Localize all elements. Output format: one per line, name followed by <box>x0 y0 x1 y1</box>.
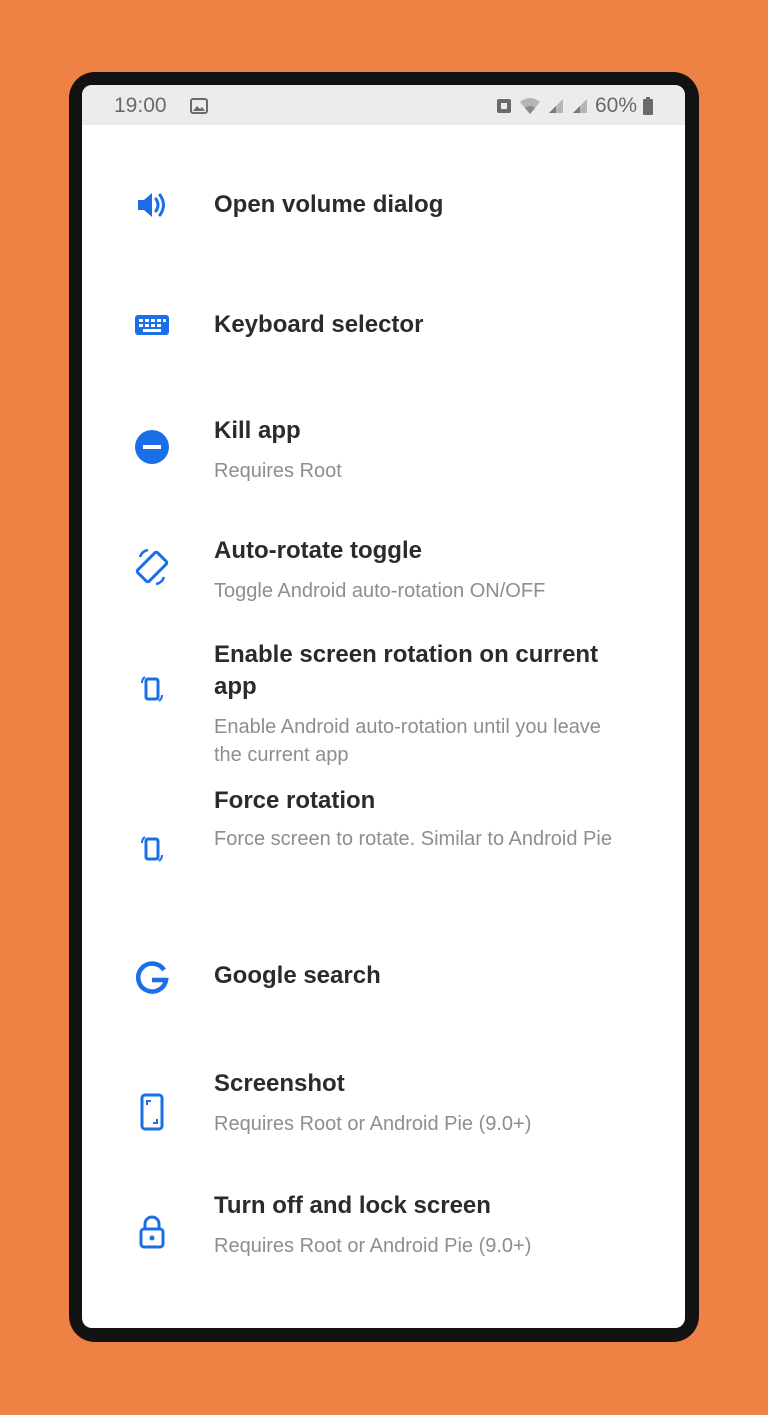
action-item-kill-app[interactable]: Kill app Requires Root <box>82 385 685 505</box>
wifi-icon <box>519 97 541 115</box>
action-title: Enable screen rotation on current app <box>214 641 599 700</box>
action-item-turn-off-lock-screen[interactable]: Turn off and lock screen Requires Root o… <box>82 1170 685 1290</box>
signal-icon <box>571 97 589 115</box>
action-item-keyboard-selector[interactable]: Keyboard selector <box>82 265 685 385</box>
action-subtitle: Force screen to rotate. Similar to Andro… <box>214 828 612 850</box>
action-subtitle: Enable Android auto-rotation until you l… <box>214 716 601 766</box>
action-title: Google search <box>214 962 381 989</box>
notification-icon <box>495 97 513 115</box>
minus-circle-icon <box>132 427 172 467</box>
screenshot-icon <box>132 1092 172 1132</box>
battery-percent: 60% <box>594 94 637 117</box>
action-title: Kill app <box>214 417 301 444</box>
action-title: Auto-rotate toggle <box>214 537 422 564</box>
action-title: Keyboard selector <box>214 311 424 338</box>
action-item-google-search[interactable]: Google search <box>82 930 685 1050</box>
image-notification-icon <box>190 96 208 114</box>
action-item-enable-screen-rotation[interactable]: Enable screen rotation on current app En… <box>82 625 685 785</box>
signal-icon <box>547 97 565 115</box>
keyboard-icon <box>132 305 172 345</box>
action-title: Turn off and lock screen <box>214 1192 491 1219</box>
status-bar: 19:00 60% <box>82 85 685 125</box>
rotation-lock-icon <box>132 829 172 869</box>
action-title: Screenshot <box>214 1070 345 1097</box>
status-icons: 60% <box>495 94 653 118</box>
phone-screen: 19:00 60% Open volume dialog Keyboard se… <box>82 85 685 1328</box>
action-subtitle: Requires Root <box>214 460 342 482</box>
action-item-force-rotation[interactable]: Force rotation Force screen to rotate. S… <box>82 785 685 930</box>
action-item-open-volume-dialog[interactable]: Open volume dialog <box>82 145 685 265</box>
screen-rotation-icon <box>132 547 172 587</box>
action-item-screenshot[interactable]: Screenshot Requires Root or Android Pie … <box>82 1050 685 1170</box>
action-item-auto-rotate-toggle[interactable]: Auto-rotate toggle Toggle Android auto-r… <box>82 505 685 625</box>
google-icon <box>132 958 172 998</box>
status-time: 19:00 <box>114 94 167 117</box>
lock-icon <box>132 1212 172 1252</box>
rotation-lock-icon <box>132 669 172 709</box>
action-subtitle: Requires Root or Android Pie (9.0+) <box>214 1113 532 1135</box>
action-subtitle: Toggle Android auto-rotation ON/OFF <box>214 580 546 602</box>
action-title: Force rotation <box>214 787 376 814</box>
battery-icon <box>643 97 653 115</box>
volume-icon <box>132 185 172 225</box>
action-title: Open volume dialog <box>214 191 444 218</box>
action-subtitle: Requires Root or Android Pie (9.0+) <box>214 1235 532 1257</box>
